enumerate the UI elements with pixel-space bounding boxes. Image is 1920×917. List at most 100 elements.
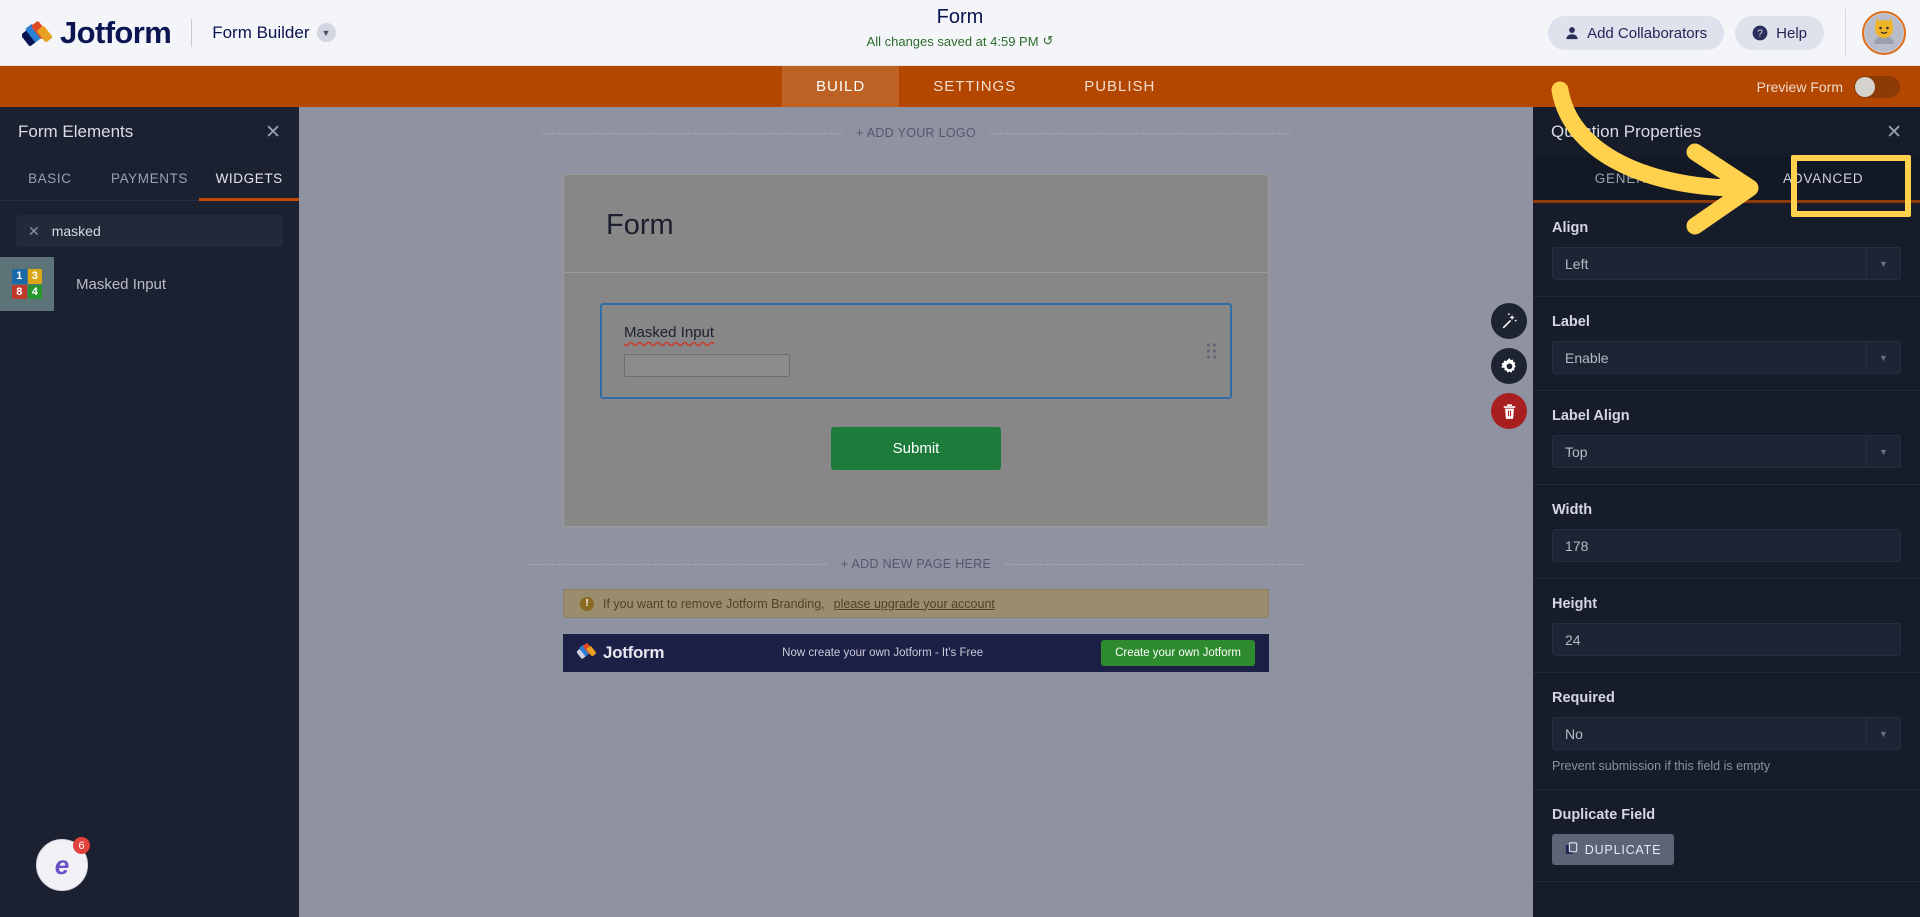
tab-advanced[interactable]: ADVANCED: [1727, 157, 1920, 200]
sidebar-tabs: BASIC PAYMENTS WIDGETS: [0, 157, 299, 201]
avatar[interactable]: [1862, 11, 1906, 55]
top-header: Jotform Form Builder ▼ Form All changes …: [0, 0, 1920, 66]
brand-logo-area[interactable]: Jotform: [0, 14, 172, 51]
navbar-right: Preview Form: [1757, 66, 1900, 107]
widget-item-masked-input[interactable]: 1 3 8 4 Masked Input: [0, 257, 299, 311]
toggle-knob: [1855, 76, 1875, 97]
chevron-down-icon[interactable]: ▼: [1866, 436, 1900, 467]
property-required: Required No ▼ Prevent submission if this…: [1533, 673, 1920, 790]
duplicate-button-label: DUPLICATE: [1584, 842, 1662, 857]
properties-tabs: GENERAL ADVANCED: [1533, 157, 1920, 203]
dashed-line-right: [989, 132, 1290, 134]
sidebar-tab-basic-label: BASIC: [28, 171, 72, 186]
drag-handle-icon[interactable]: [1207, 343, 1216, 359]
header-center: Form All changes saved at 4:59 PM ↺: [867, 6, 1054, 49]
refresh-icon[interactable]: ↺: [1043, 33, 1054, 49]
add-collaborators-button[interactable]: Add Collaborators: [1548, 16, 1725, 50]
gear-icon[interactable]: [1491, 348, 1527, 384]
form-heading[interactable]: Form: [606, 209, 1226, 242]
masked-input-field[interactable]: Masked Input: [600, 303, 1232, 399]
add-logo-row[interactable]: + ADD YOUR LOGO: [299, 126, 1533, 140]
submit-button[interactable]: Submit: [830, 427, 1002, 470]
close-icon[interactable]: ✕: [265, 123, 281, 142]
property-align-label: Align: [1552, 220, 1589, 236]
tab-general-label: GENERAL: [1594, 171, 1665, 186]
avatar-container: [1845, 9, 1906, 57]
property-required-label: Required: [1552, 690, 1615, 706]
property-height-label: Height: [1552, 596, 1598, 612]
height-input[interactable]: 24: [1552, 623, 1901, 656]
jotform-logo-icon: [21, 18, 53, 48]
tab-settings[interactable]: SETTINGS: [899, 66, 1050, 107]
label-align-select[interactable]: Top ▼: [1552, 435, 1901, 468]
property-align: Align Left ▼: [1533, 203, 1920, 297]
brand-wordmark: Jotform: [60, 14, 172, 50]
sidebar-tab-basic[interactable]: BASIC: [0, 157, 100, 200]
tab-build[interactable]: BUILD: [782, 66, 900, 107]
sidebar-tab-widgets-label: WIDGETS: [215, 171, 283, 186]
help-label: Help: [1776, 24, 1807, 42]
property-duplicate-field: Duplicate Field DUPLICATE: [1533, 790, 1920, 882]
sidebar-tab-payments[interactable]: PAYMENTS: [100, 157, 200, 200]
main-navbar: BUILD SETTINGS PUBLISH Preview Form: [0, 66, 1920, 107]
navbar-tabs: BUILD SETTINGS PUBLISH: [782, 66, 1189, 107]
warning-icon: !: [580, 596, 594, 611]
banner-brand: Jotform: [576, 641, 665, 665]
chevron-down-icon[interactable]: ▼: [1866, 718, 1900, 749]
create-own-jotform-button[interactable]: Create your own Jotform: [1101, 640, 1255, 666]
add-new-page-row[interactable]: + ADD NEW PAGE HERE: [299, 557, 1533, 571]
magic-wand-icon[interactable]: [1491, 303, 1527, 339]
property-label-align: Label Align Top ▼: [1533, 391, 1920, 485]
sidebar-tab-payments-label: PAYMENTS: [110, 171, 189, 186]
copy-icon: [1565, 841, 1578, 858]
tab-publish-label: PUBLISH: [1084, 78, 1156, 95]
trash-icon[interactable]: [1491, 393, 1527, 429]
form-builder-menu[interactable]: Form Builder ▼: [212, 23, 336, 43]
tab-general[interactable]: GENERAL: [1533, 157, 1727, 200]
sidebar-tab-widgets[interactable]: WIDGETS: [199, 157, 299, 201]
width-input[interactable]: 178: [1552, 529, 1901, 562]
chevron-down-icon[interactable]: ▼: [316, 23, 336, 42]
chevron-down-icon[interactable]: ▼: [1866, 248, 1900, 279]
branding-notice: ! If you want to remove Jotform Branding…: [563, 589, 1269, 618]
chevron-down-icon[interactable]: ▼: [1866, 342, 1900, 373]
tab-settings-label: SETTINGS: [933, 78, 1017, 95]
search-input[interactable]: ✕ masked: [16, 215, 283, 247]
banner-brand-label: Jotform: [603, 643, 665, 662]
masked-input-textbox[interactable]: [624, 354, 790, 377]
close-icon[interactable]: ✕: [1886, 123, 1902, 142]
widget-item-label: Masked Input: [76, 275, 167, 293]
extension-badge[interactable]: e 6: [36, 837, 90, 891]
masked-icon-cell-1: 1: [12, 269, 27, 284]
required-select[interactable]: No ▼: [1552, 717, 1901, 750]
label-align-select-value: Top: [1565, 443, 1588, 460]
property-width-label: Width: [1552, 502, 1593, 518]
masked-icon-cell-2: 3: [27, 269, 42, 284]
align-select-value: Left: [1565, 255, 1589, 272]
form-card-body: Masked Input Submit: [564, 273, 1268, 526]
masked-icon-cell-3: 8: [12, 284, 27, 299]
preview-form-toggle[interactable]: [1854, 75, 1900, 98]
masked-input-field-label[interactable]: Masked Input: [624, 324, 1208, 341]
duplicate-field-label: Duplicate Field: [1552, 807, 1656, 823]
help-button[interactable]: ? Help: [1735, 16, 1824, 50]
dashed-line-left: [542, 132, 843, 134]
add-logo-label: + ADD YOUR LOGO: [856, 126, 976, 140]
upgrade-account-link[interactable]: please upgrade your account: [834, 597, 995, 611]
form-elements-sidebar: Form Elements ✕ BASIC PAYMENTS WIDGETS ✕…: [0, 107, 299, 917]
extension-badge-count: 6: [73, 837, 90, 854]
save-status-text: All changes saved at 4:59 PM: [866, 33, 1039, 49]
banner-message: Now create your own Jotform - It's Free: [782, 647, 984, 659]
duplicate-button[interactable]: DUPLICATE: [1552, 834, 1674, 865]
required-select-value: No: [1565, 725, 1583, 742]
jotform-banner-logo-icon: [576, 641, 597, 665]
tab-publish[interactable]: PUBLISH: [1050, 66, 1189, 107]
page-title[interactable]: Form: [867, 6, 1054, 29]
clear-search-icon[interactable]: ✕: [28, 223, 40, 240]
label-select[interactable]: Enable ▼: [1552, 341, 1901, 374]
property-height: Height 24: [1533, 579, 1920, 673]
align-select[interactable]: Left ▼: [1552, 247, 1901, 280]
user-icon: [1565, 26, 1579, 40]
sidebar-title: Form Elements: [18, 122, 134, 141]
required-hint: Prevent submission if this field is empt…: [1552, 759, 1771, 773]
